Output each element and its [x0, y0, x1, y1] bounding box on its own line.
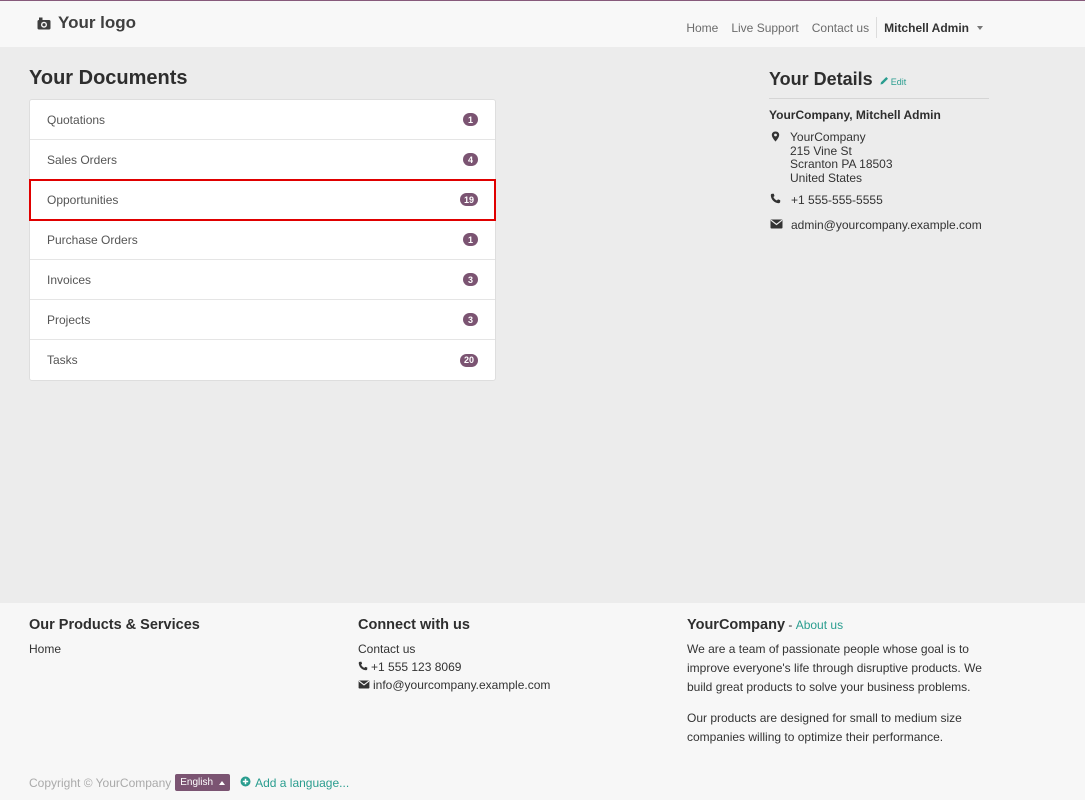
- footer-email-row: info@yourcompany.example.com: [358, 676, 550, 695]
- language-selector[interactable]: English: [175, 774, 231, 791]
- address-block: YourCompany 215 Vine St Scranton PA 1850…: [771, 130, 893, 185]
- language-label: English: [180, 777, 214, 788]
- doc-item-label: Quotations: [47, 112, 106, 127]
- footer-company-title: YourCompany - About us: [687, 617, 843, 633]
- footer-phone-row: +1 555 123 8069: [358, 658, 461, 677]
- count-badge: 1: [463, 113, 478, 126]
- count-badge: 20: [459, 353, 478, 367]
- add-language-link[interactable]: Add a language...: [240, 776, 349, 790]
- top-navbar: Your logo Home Live Support Contact us M…: [0, 0, 1085, 47]
- doc-item-sales-orders[interactable]: Sales Orders 4: [30, 140, 495, 180]
- footer: Our Products & Services Home Connect wit…: [0, 603, 1085, 800]
- doc-item-quotations[interactable]: Quotations 1: [30, 100, 495, 140]
- main-menu: Home Live Support Contact us Mitchell Ad…: [673, 17, 983, 38]
- envelope-icon: [358, 676, 370, 695]
- nav-contact-us[interactable]: Contact us: [812, 21, 869, 35]
- details-divider: [769, 98, 989, 99]
- copyright-text: Copyright © YourCompany: [29, 775, 172, 790]
- doc-item-projects[interactable]: Projects 3: [30, 300, 495, 340]
- doc-item-label: Invoices: [47, 272, 92, 287]
- logo[interactable]: Your logo: [37, 13, 136, 33]
- count-badge: 19: [459, 193, 478, 206]
- documents-list: Quotations 1 Sales Orders 4 Opportunitie…: [29, 99, 496, 381]
- nav-home[interactable]: Home: [686, 21, 718, 35]
- doc-item-label: Sales Orders: [47, 152, 118, 167]
- details-title: Your Details Edit: [769, 69, 906, 90]
- doc-item-invoices[interactable]: Invoices 3: [30, 260, 495, 300]
- plus-circle-icon: [240, 776, 251, 790]
- address-line: Scranton PA 18503: [790, 157, 893, 171]
- map-marker-icon: [771, 131, 780, 185]
- add-language-label: Add a language...: [255, 775, 350, 790]
- user-menu[interactable]: Mitchell Admin: [884, 21, 983, 35]
- caret-up-icon: [219, 780, 226, 785]
- copyright-bar: Copyright © YourCompany English Add a la…: [29, 774, 349, 791]
- nav-divider: [876, 17, 878, 38]
- about-text-1: We are a team of passionate people whose…: [687, 642, 982, 694]
- phone-icon: [770, 193, 781, 207]
- logo-text: Your logo: [58, 13, 137, 32]
- company-name: YourCompany: [687, 617, 786, 633]
- user-name: Mitchell Admin: [884, 20, 969, 35]
- pencil-icon: [880, 76, 889, 87]
- doc-item-label: Tasks: [47, 353, 78, 367]
- footer-phone: +1 555 123 8069: [371, 660, 462, 674]
- footer-email: info@yourcompany.example.com: [373, 678, 551, 692]
- doc-item-label: Opportunities: [47, 192, 119, 207]
- title-separator: -: [785, 618, 796, 632]
- address-line: United States: [790, 170, 863, 185]
- doc-item-tasks[interactable]: Tasks 20: [30, 340, 495, 380]
- nav-live-support[interactable]: Live Support: [731, 21, 798, 35]
- envelope-icon: [770, 218, 783, 232]
- footer-products-title: Our Products & Services: [29, 617, 200, 633]
- phone-icon: [358, 658, 368, 677]
- documents-title: Your Documents: [29, 67, 188, 89]
- address-line: 215 Vine St: [790, 143, 852, 158]
- about-us-link[interactable]: About us: [796, 618, 843, 632]
- about-text-2: Our products are designed for small to m…: [687, 711, 962, 744]
- doc-item-label: Projects: [47, 312, 91, 327]
- count-badge: 4: [463, 153, 478, 166]
- email-address: admin@yourcompany.example.com: [791, 218, 982, 232]
- count-badge: 1: [463, 233, 478, 246]
- contact-name: YourCompany, Mitchell Admin: [769, 108, 941, 122]
- count-badge: 3: [463, 313, 478, 326]
- edit-label: Edit: [890, 76, 907, 87]
- footer-connect-title: Connect with us: [358, 617, 470, 633]
- address-line: YourCompany: [790, 130, 866, 144]
- phone-number: +1 555-555-5555: [791, 193, 883, 207]
- phone-row: +1 555-555-5555: [770, 193, 883, 207]
- count-badge: 3: [463, 273, 478, 286]
- caret-down-icon: [977, 25, 983, 30]
- doc-item-purchase-orders[interactable]: Purchase Orders 1: [30, 220, 495, 260]
- email-row: admin@yourcompany.example.com: [770, 218, 982, 232]
- address-lines: YourCompany 215 Vine St Scranton PA 1850…: [790, 130, 893, 185]
- camera-icon: [37, 17, 51, 30]
- doc-item-label: Purchase Orders: [47, 232, 138, 247]
- footer-contact-link[interactable]: Contact us: [358, 640, 415, 659]
- edit-details-link[interactable]: Edit: [880, 76, 907, 87]
- details-heading: Your Details: [769, 69, 873, 89]
- doc-item-opportunities[interactable]: Opportunities 19: [29, 179, 496, 221]
- footer-home-link[interactable]: Home: [29, 640, 61, 659]
